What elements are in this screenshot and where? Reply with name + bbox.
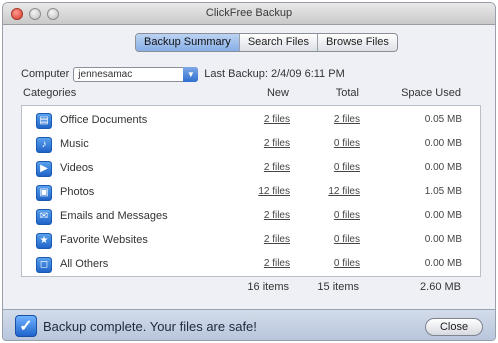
category-name: Music — [60, 138, 89, 150]
category-name: Emails and Messages — [60, 210, 168, 222]
backup-window: ClickFree Backup Backup Summary Search F… — [2, 2, 496, 341]
header-new: New — [266, 87, 289, 99]
favorite-websites-icon: ★ — [36, 233, 52, 249]
new-files-link[interactable]: 2 files — [230, 114, 290, 125]
emails-icon: ✉ — [36, 209, 52, 225]
total-files-link[interactable]: 0 files — [302, 162, 360, 173]
office-documents-icon: ▤ — [36, 113, 52, 129]
music-icon: ♪ — [36, 137, 52, 153]
new-files-link[interactable]: 2 files — [230, 162, 290, 173]
totals-row: 16 items 15 items 2.60 MB — [21, 281, 481, 297]
space-used: 0.00 MB — [424, 258, 462, 269]
tab-browse-files[interactable]: Browse Files — [318, 34, 397, 51]
tab-backup-summary[interactable]: Backup Summary — [136, 34, 240, 51]
new-files-link[interactable]: 2 files — [230, 138, 290, 149]
table-row[interactable]: ✉ Emails and Messages 2 files 0 files 0.… — [22, 206, 480, 228]
status-footer: ✓ Backup complete. Your files are safe! … — [3, 309, 495, 340]
total-files-link[interactable]: 0 files — [302, 210, 360, 221]
space-used: 0.00 MB — [424, 162, 462, 173]
table-row[interactable]: ▤ Office Documents 2 files 2 files 0.05 … — [22, 110, 480, 132]
table-row[interactable]: ▶ Videos 2 files 0 files 0.00 MB — [22, 158, 480, 180]
total-files-link[interactable]: 0 files — [302, 234, 360, 245]
total-files-link[interactable]: 0 files — [302, 258, 360, 269]
computer-selector-row: Computer jennesamac ▼ Last Backup: 2/4/0… — [21, 65, 345, 83]
table-row[interactable]: ★ Favorite Websites 2 files 0 files 0.00… — [22, 230, 480, 252]
table-row[interactable]: ♪ Music 2 files 0 files 0.00 MB — [22, 134, 480, 156]
backup-status-message: Backup complete. Your files are safe! — [43, 319, 257, 334]
window-title: ClickFree Backup — [205, 7, 293, 19]
space-used: 0.00 MB — [424, 138, 462, 149]
new-files-link[interactable]: 2 files — [230, 258, 290, 269]
header-total: Total — [335, 87, 359, 99]
space-used: 0.00 MB — [424, 234, 462, 245]
new-files-link[interactable]: 2 files — [230, 234, 290, 245]
table-row[interactable]: ◻ All Others 2 files 0 files 0.00 MB — [22, 254, 480, 276]
category-name: All Others — [60, 258, 109, 270]
new-files-link[interactable]: 2 files — [230, 210, 290, 221]
computer-label: Computer — [21, 68, 70, 80]
category-name: Favorite Websites — [60, 234, 148, 246]
table-row[interactable]: ▣ Photos 12 files 12 files 1.05 MB — [22, 182, 480, 204]
chevron-down-icon[interactable]: ▼ — [183, 66, 199, 82]
space-used: 1.05 MB — [424, 186, 462, 197]
category-name: Videos — [60, 162, 94, 174]
total-files-link[interactable]: 2 files — [302, 114, 360, 125]
title-bar: ClickFree Backup — [3, 3, 495, 25]
tab-search-files[interactable]: Search Files — [240, 34, 318, 51]
category-name: Office Documents — [60, 114, 148, 126]
all-others-icon: ◻ — [36, 257, 52, 273]
new-files-link[interactable]: 12 files — [230, 186, 290, 197]
header-space-used: Space Used — [401, 87, 461, 99]
total-files-link[interactable]: 12 files — [302, 186, 360, 197]
categories-table: ▤ Office Documents 2 files 2 files 0.05 … — [21, 105, 481, 277]
computer-select[interactable]: jennesamac ▼ — [73, 66, 199, 82]
computer-select-value: jennesamac — [78, 68, 133, 80]
category-name: Photos — [60, 186, 95, 198]
space-used: 0.05 MB — [424, 114, 462, 125]
view-tabs: Backup Summary Search Files Browse Files — [135, 33, 398, 52]
videos-icon: ▶ — [36, 161, 52, 177]
table-header: Categories New Total Space Used — [21, 87, 481, 103]
total-new-items: 16 items — [247, 281, 289, 293]
photos-icon: ▣ — [36, 185, 52, 201]
checkmark-icon: ✓ — [15, 315, 37, 337]
header-categories: Categories — [23, 87, 77, 99]
total-items: 15 items — [317, 281, 359, 293]
total-files-link[interactable]: 0 files — [302, 138, 360, 149]
total-space-used: 2.60 MB — [420, 281, 461, 293]
last-backup-text: Last Backup: 2/4/09 6:11 PM — [204, 68, 345, 80]
close-button[interactable]: Close — [425, 318, 483, 336]
space-used: 0.00 MB — [424, 210, 462, 221]
